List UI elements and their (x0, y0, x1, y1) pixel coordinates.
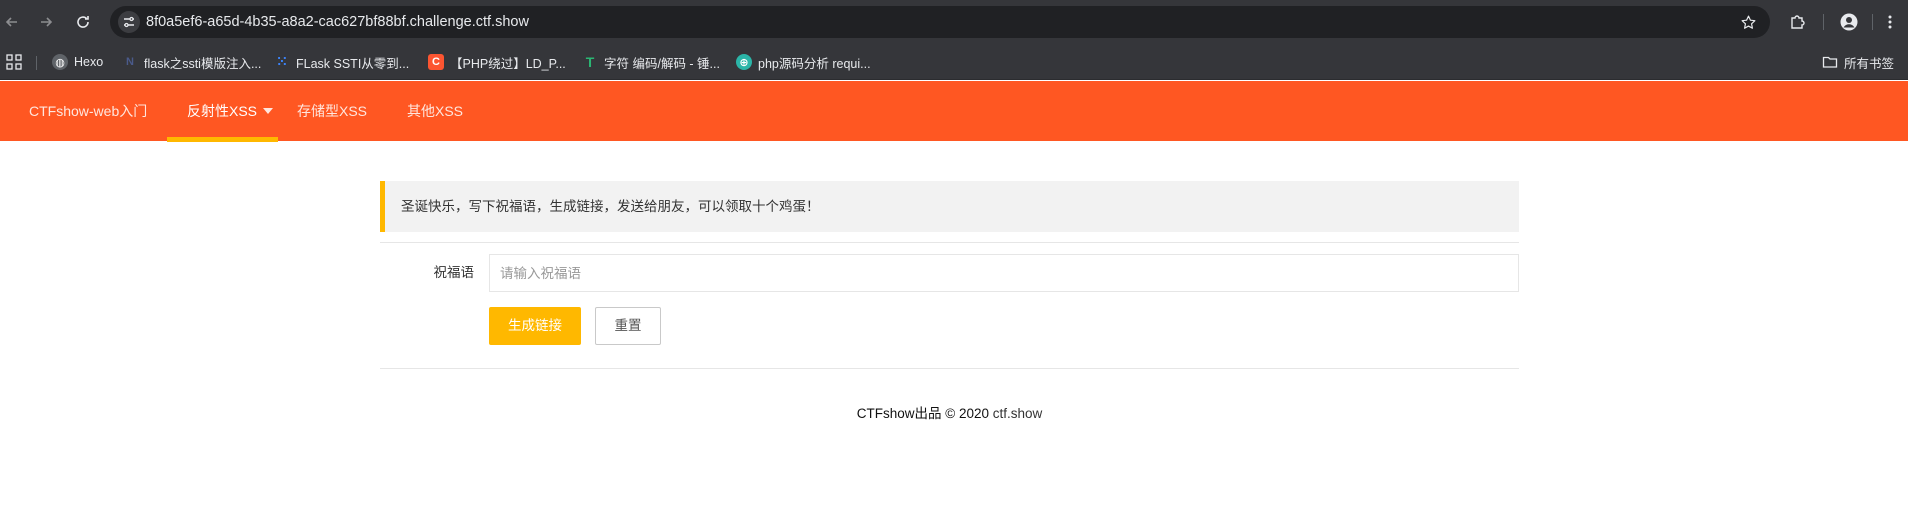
kebab-menu-icon (1888, 15, 1892, 29)
caret-down-icon (263, 108, 274, 114)
bookmark-item[interactable]: N flask之ssti模版注入... (122, 52, 261, 72)
folder-icon (1822, 56, 1838, 68)
divider (380, 368, 1519, 369)
notice-text: 圣诞快乐，写下祝福语，生成链接，发送给朋友，可以领取十个鸡蛋！ (401, 199, 820, 214)
site-info-button[interactable] (118, 11, 140, 33)
nav-item-label: 其他XSS (407, 103, 464, 119)
bookmark-item[interactable]: ◍ Hexo (52, 52, 103, 72)
nav-item-label: 反射性XSS (187, 103, 258, 119)
bookmark-label: flask之ssti模版注入... (144, 56, 262, 71)
nav-active-indicator (167, 137, 278, 142)
puzzle-icon (1791, 15, 1805, 29)
extensions-button[interactable] (1788, 12, 1808, 32)
nav-item-reflected-xss[interactable]: 反射性XSS (187, 81, 274, 141)
tune-icon (124, 16, 134, 28)
bookmark-item[interactable]: ⊕ php源码分析 requi... (736, 52, 871, 72)
generate-link-button[interactable]: 生成链接 (489, 307, 581, 345)
footer-text: CTFshow出品 © 2020 (856, 406, 993, 421)
reset-button[interactable]: 重置 (595, 307, 661, 345)
star-icon (1741, 15, 1755, 29)
divider (380, 242, 1519, 243)
nav-item-web-intro[interactable]: CTFshow-web入门 (29, 81, 147, 141)
t-logo-icon: T (585, 54, 595, 70)
site-nav: CTFshow-web入门 反射性XSS 存储型XSS 其他XSS (0, 81, 1908, 142)
csdn-grid-icon: ⁙ (276, 54, 288, 69)
footer-link[interactable]: ctf.show (993, 406, 1043, 421)
footer: CTFshow出品 © 2020 ctf.show (380, 402, 1519, 422)
c-logo-icon: C (428, 54, 444, 70)
bookmark-item[interactable]: T 字符 编码/解码 - 锤... (582, 52, 720, 72)
forward-button[interactable] (34, 10, 58, 34)
notice-quote: 圣诞快乐，写下祝福语，生成链接，发送给朋友，可以领取十个鸡蛋！ (380, 181, 1519, 232)
bookmark-label: 字符 编码/解码 - 锤... (604, 56, 720, 71)
all-bookmarks-label: 所有书签 (1844, 56, 1895, 71)
address-bar[interactable]: 8f0a5ef6-a65d-4b35-a8a2-cac627bf88bf.cha… (110, 6, 1770, 38)
bookmark-label: FLask SSTI从零到... (296, 56, 410, 71)
bookmarks-bar: ◍ Hexo N flask之ssti模版注入... ⁙ FLask SSTI从… (0, 44, 1908, 80)
greeting-label: 祝福语 (433, 265, 475, 280)
toolbar-divider (1823, 14, 1824, 30)
reload-icon (77, 16, 89, 28)
bookmark-label: Hexo (74, 55, 104, 69)
toolbar-divider (1872, 14, 1873, 30)
url-text[interactable]: 8f0a5ef6-a65d-4b35-a8a2-cac627bf88bf.cha… (146, 14, 529, 30)
nav-item-label: 存储型XSS (297, 103, 368, 119)
bookmarks-divider (36, 56, 37, 70)
arrow-right-icon (41, 17, 53, 27)
menu-button[interactable] (1880, 12, 1900, 32)
lock-logo-icon: ⊕ (736, 54, 752, 70)
bookmark-item[interactable]: C 【PHP绕过】LD_P... (428, 52, 566, 72)
profile-button[interactable] (1839, 12, 1859, 32)
reload-button[interactable] (71, 10, 95, 34)
nav-item-stored-xss[interactable]: 存储型XSS (297, 81, 367, 141)
account-icon (1840, 13, 1858, 31)
browser-toolbar: 8f0a5ef6-a65d-4b35-a8a2-cac627bf88bf.cha… (0, 0, 1908, 44)
nav-item-label: CTFshow-web入门 (29, 103, 148, 119)
bookmark-star-button[interactable] (1738, 12, 1758, 32)
bookmark-label: php源码分析 requi... (758, 56, 871, 71)
bookmark-label: 【PHP绕过】LD_P... (450, 56, 566, 71)
bookmark-item[interactable]: ⁙ FLask SSTI从零到... (274, 52, 410, 72)
apps-grid-icon[interactable] (6, 54, 22, 70)
n-logo-icon: N (126, 56, 134, 68)
back-button[interactable] (0, 10, 24, 34)
arrow-left-icon (5, 17, 17, 27)
all-bookmarks-button[interactable]: 所有书签 (1822, 52, 1894, 72)
nav-item-other-xss[interactable]: 其他XSS (407, 81, 463, 141)
globe-icon: ◍ (52, 54, 68, 70)
greeting-input[interactable] (489, 254, 1519, 292)
